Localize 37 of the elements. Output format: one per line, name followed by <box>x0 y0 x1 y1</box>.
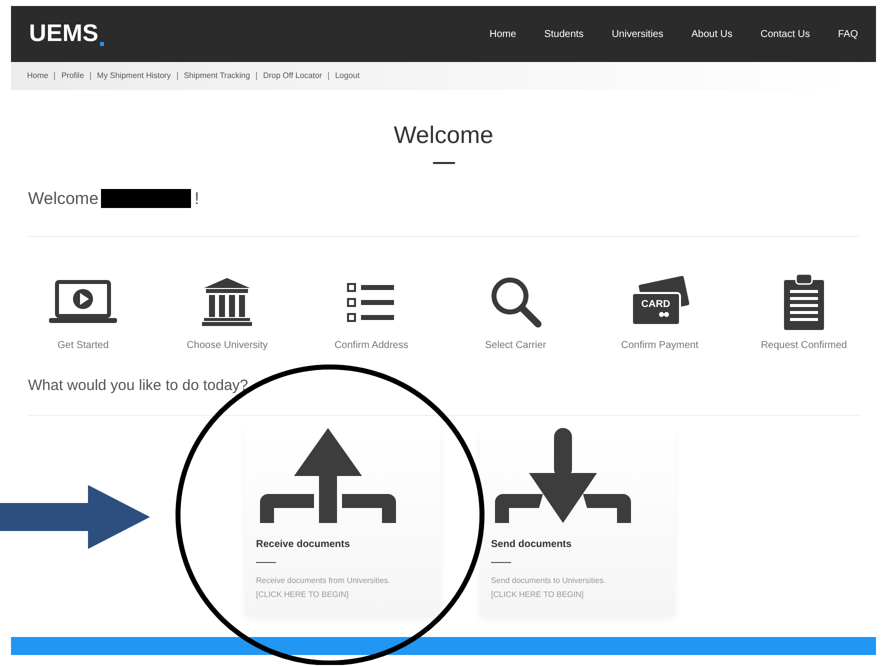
greeting-text: ! <box>194 188 200 210</box>
card-title: Send documents <box>491 538 573 552</box>
step-label: Choose University <box>186 338 268 352</box>
section-heading: What would you like to do today? <box>28 376 250 396</box>
breadcrumb-link[interactable]: Logout <box>335 70 360 82</box>
nav-link[interactable]: Students <box>544 26 584 42</box>
breadcrumb-link[interactable]: Profile <box>61 70 84 82</box>
arrow-down-split-icon <box>492 428 632 523</box>
step-label: Request Confirmed <box>760 338 847 352</box>
card-description: Receive documents from Universities. <box>256 575 392 587</box>
breadcrumb-link[interactable]: Home <box>27 70 48 82</box>
step-label: Select Carrier <box>485 338 546 352</box>
card-title: Receive documents <box>256 538 351 552</box>
greeting-text: Welcome <box>28 188 99 210</box>
nav-link[interactable]: Contact Us <box>760 26 810 42</box>
checklist-icon <box>347 282 396 322</box>
action-card[interactable]: Receive documents Receive documents from Universities. [CLICK HERE TO BEGIN] <box>245 428 440 615</box>
nav-link[interactable]: About Us <box>691 26 733 42</box>
page-title: Welcome <box>394 121 494 151</box>
arrow-up-split-icon <box>258 428 398 523</box>
breadcrumb-link[interactable]: Shipment Tracking <box>184 70 250 82</box>
step-label: Get Started <box>58 338 109 352</box>
logo[interactable]: UEMS <box>29 16 98 52</box>
search-icon <box>490 276 542 328</box>
step-label: Confirm Address <box>334 338 408 352</box>
card-description: Send documents to Universities. <box>491 575 607 587</box>
step-label: Confirm Payment <box>621 338 698 352</box>
bank-icon <box>202 278 252 326</box>
action-card[interactable]: Send documents Send documents to Universities. [CLICK HERE TO BEGIN] <box>480 428 675 615</box>
nav-link[interactable]: FAQ <box>838 26 858 42</box>
laptop-play-icon <box>49 280 118 324</box>
breadcrumb-link[interactable]: Drop Off Locator <box>263 70 322 82</box>
nav-link[interactable]: Universities <box>612 26 664 42</box>
breadcrumb-link[interactable]: My Shipment History <box>97 70 171 82</box>
card-chip-icon <box>658 312 669 317</box>
nav-link[interactable]: Home <box>490 26 516 42</box>
clipboard-icon <box>784 274 824 330</box>
